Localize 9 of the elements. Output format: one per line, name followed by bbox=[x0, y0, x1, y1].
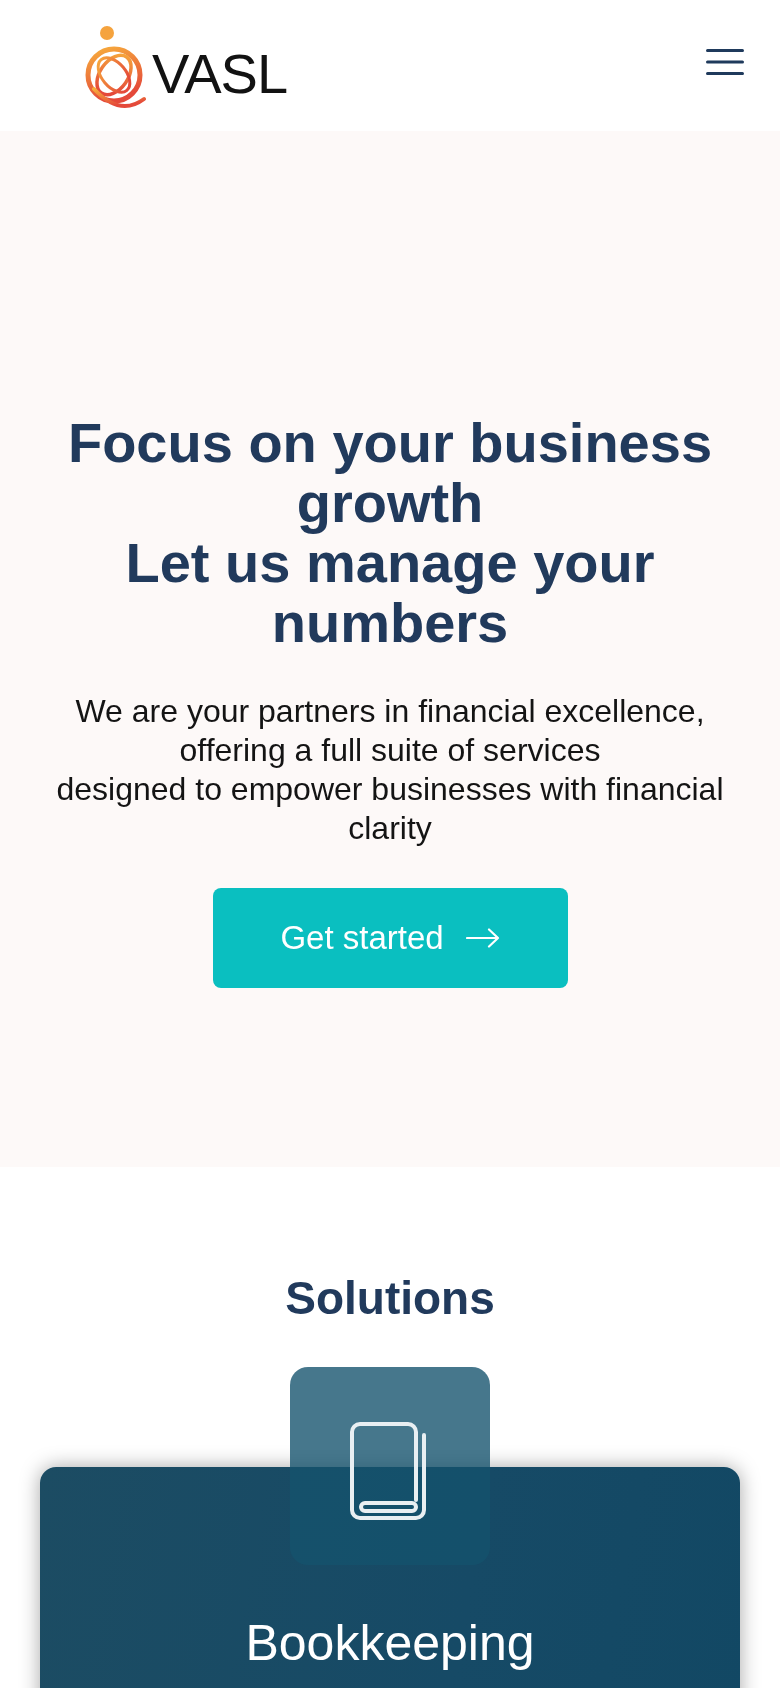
logo-text: VASL bbox=[152, 45, 288, 102]
menu-icon[interactable] bbox=[706, 48, 744, 75]
get-started-button[interactable]: Get started bbox=[212, 888, 568, 988]
hero-paragraph: We are your partners in financial excellence, offering a full suite of services designed to empower businesses with financial clarity bbox=[55, 692, 725, 848]
card-title: Bookkeeping bbox=[244, 1614, 536, 1673]
hero-heading: Focus on your business growth Let us manage your numbers bbox=[66, 413, 714, 653]
book-icon bbox=[290, 1367, 490, 1565]
section-title: Solutions bbox=[284, 1271, 496, 1326]
arrow-right-icon bbox=[465, 928, 500, 948]
